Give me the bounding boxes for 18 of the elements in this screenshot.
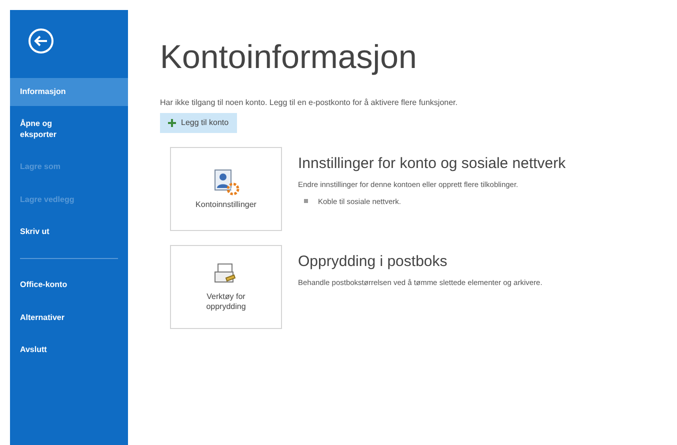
tool-button[interactable]: Kontoinnstillinger [170, 147, 282, 231]
plus-icon [168, 119, 176, 127]
tool-button[interactable]: Verktøy for opprydding [170, 245, 282, 329]
sidebar-item[interactable]: Avslutt [10, 336, 128, 365]
page-title: Kontoinformasjon [160, 40, 418, 73]
back-button[interactable] [28, 28, 54, 54]
sidebar-item[interactable]: Office-konto [10, 271, 128, 300]
bullet-icon [304, 199, 308, 204]
section-heading: Innstillinger for konto og sosiale nettverk [298, 154, 566, 174]
sidebar-item[interactable]: Informasjon [10, 78, 128, 106]
add-account-button[interactable]: Legg til konto [160, 113, 237, 133]
account-settings-icon [212, 168, 240, 196]
section-heading: Opprydding i postboks [298, 252, 448, 272]
sidebar-item[interactable]: Skriv ut [10, 218, 128, 246]
sidebar-item[interactable]: Åpne og eksporter [10, 110, 80, 150]
sidebar-item[interactable]: Alternativer [10, 304, 128, 332]
notice-text: Har ikke tilgang til noen konto. Legg til en e-postkonto for å aktivere flere funksjoner. [160, 97, 459, 109]
back-icon [28, 28, 54, 54]
